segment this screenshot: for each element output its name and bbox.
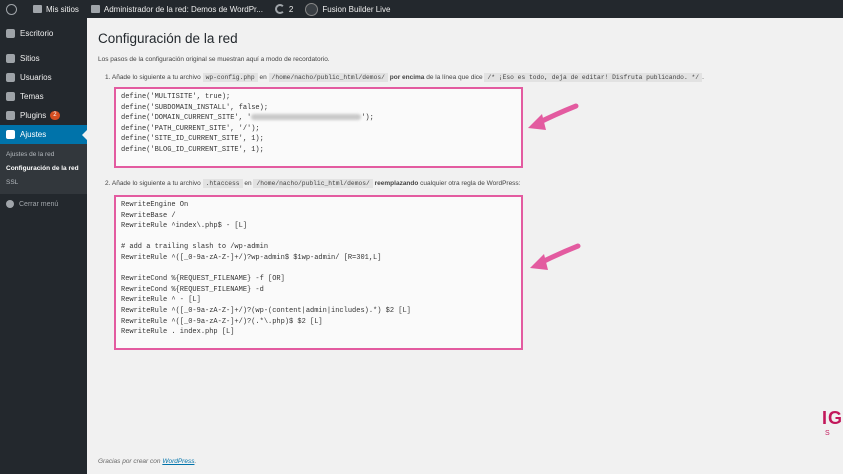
step-2-in: en xyxy=(244,180,252,187)
step-2-end: cualquier otra regla de WordPress: xyxy=(420,180,521,187)
fusion-builder-menu[interactable]: Fusion Builder Live xyxy=(299,0,396,18)
fusion-icon xyxy=(305,2,319,16)
sidebar-item-sitios[interactable]: Sitios xyxy=(0,49,87,68)
home-icon xyxy=(90,5,100,13)
code-line: RewriteRule ^index\.php$ - [L] xyxy=(121,222,248,231)
sidebar-item-label: Escritorio xyxy=(20,29,54,38)
footer-end: . xyxy=(194,458,197,465)
code-line-start: define('DOMAIN_CURRENT_SITE', ' xyxy=(121,114,252,123)
footer-text: Gracias por crear con xyxy=(98,458,161,465)
wp-logo-button[interactable] xyxy=(0,0,27,18)
submenu-ajustes-red[interactable]: Ajustes de la red xyxy=(0,148,87,162)
step-2-bold: reemplazando xyxy=(374,180,419,187)
code-line: RewriteRule . index.php [L] xyxy=(121,328,235,337)
sidebar-item-usuarios[interactable]: Usuarios xyxy=(0,68,87,87)
collapse-label: Cerrar menú xyxy=(19,200,59,208)
step-1-mid: de la línea que dice xyxy=(426,74,483,81)
plugins-update-badge: 2 xyxy=(50,111,60,120)
step-2-prefix: 2. Añade lo siguiente a tu archivo xyxy=(105,180,201,187)
code-line: define('PATH_CURRENT_SITE', '/'); xyxy=(121,124,260,133)
code-line: define('MULTISITE', true); xyxy=(121,93,231,101)
code-line: RewriteRule ^ - [L] xyxy=(121,296,201,305)
code-line: RewriteCond %{REQUEST_FILENAME} -d xyxy=(121,285,264,294)
admin-footer: Gracias por crear con WordPress. xyxy=(98,458,196,465)
sidebar-item-label: Usuarios xyxy=(20,73,52,82)
code-line: define('DOMAIN_CURRENT_SITE', ' '); xyxy=(121,113,516,124)
step-1-path: /home/nacho/public_html/demos/ xyxy=(268,73,388,82)
wp-config-code-box[interactable]: define('MULTISITE', true); define('SUBDOM… xyxy=(114,87,523,168)
watermark-sub: S xyxy=(825,430,830,437)
fusion-label: Fusion Builder Live xyxy=(322,4,391,14)
watermark-logo: IG xyxy=(822,408,843,428)
collapse-menu-button[interactable]: Cerrar menú xyxy=(0,194,87,214)
sidebar-item-label: Sitios xyxy=(20,54,40,63)
code-line: define('SUBDOMAIN_INSTALL', false); xyxy=(121,103,269,112)
step-1-prefix: 1. Añade lo siguiente a tu archivo xyxy=(105,74,201,81)
admin-sidebar: Escritorio Sitios Usuarios Temas Plugins… xyxy=(0,18,87,474)
highlight-arrow-2 xyxy=(530,243,581,270)
code-line: RewriteBase / xyxy=(121,211,176,220)
sidebar-item-plugins[interactable]: Plugins 2 xyxy=(0,106,87,125)
main-content: Configuración de la red Los pasos de la … xyxy=(98,26,828,350)
my-sites-icon xyxy=(33,5,42,13)
network-admin-label: Administrador de la red: Demos de WordPr… xyxy=(103,4,263,14)
highlight-arrow-1 xyxy=(528,103,579,130)
sidebar-item-label: Temas xyxy=(20,92,44,101)
page-title: Configuración de la red xyxy=(98,31,238,46)
step-2-path: /home/nacho/public_html/demos/ xyxy=(253,179,373,188)
dashboard-icon xyxy=(6,29,15,38)
step-1-end: . xyxy=(702,74,704,81)
code-line: RewriteRule ^([_0-9a-zA-Z-]+/)?(.*\.php)… xyxy=(121,317,323,326)
my-sites-label: Mis sitios xyxy=(46,4,79,14)
sidebar-item-label: Plugins xyxy=(20,111,47,120)
submenu-ssl[interactable]: SSL xyxy=(0,176,87,190)
updates-count: 2 xyxy=(288,4,294,14)
sidebar-item-label: Ajustes xyxy=(20,130,47,139)
step-2-instructions: 2. Añade lo siguiente a tu archivo .htac… xyxy=(105,178,828,189)
wordpress-icon xyxy=(6,3,17,15)
admin-bar: Mis sitios Administrador de la red: Demo… xyxy=(0,0,843,18)
code-line: RewriteRule ^([_0-9a-zA-Z-]+/)?wp-admin$… xyxy=(121,253,382,262)
updates-menu[interactable]: 2 xyxy=(269,0,299,18)
users-icon xyxy=(6,73,15,82)
wordpress-link[interactable]: WordPress xyxy=(162,458,194,465)
plugins-icon xyxy=(6,111,15,120)
step-1-instructions: 1. Añade lo siguiente a tu archivo wp-co… xyxy=(105,72,828,83)
sites-icon xyxy=(6,54,15,63)
collapse-icon xyxy=(6,200,14,208)
network-admin-menu[interactable]: Administrador de la red: Demos de WordPr… xyxy=(85,0,269,18)
code-line: RewriteRule ^([_0-9a-zA-Z-]+/)?(wp-(cont… xyxy=(121,306,411,315)
code-line: # add a trailing slash to /wp-admin xyxy=(121,243,269,252)
intro-text: Los pasos de la configuración original s… xyxy=(98,56,330,63)
sidebar-item-ajustes[interactable]: Ajustes xyxy=(0,125,87,144)
themes-icon xyxy=(6,92,15,101)
code-line: define('BLOG_ID_CURRENT_SITE', 1); xyxy=(121,145,264,154)
updates-icon xyxy=(274,4,285,14)
step-1-quote: /* ¡Eso es todo, deja de editar! Disfrut… xyxy=(484,73,703,82)
settings-submenu: Ajustes de la red Configuración de la re… xyxy=(0,144,87,194)
code-line-end: '); xyxy=(361,114,374,123)
code-line: RewriteEngine On xyxy=(121,201,189,209)
sidebar-item-temas[interactable]: Temas xyxy=(0,87,87,106)
settings-icon xyxy=(6,130,15,139)
step-1-in: en xyxy=(259,74,267,81)
step-1-file: wp-config.php xyxy=(202,73,258,82)
htaccess-code-box[interactable]: RewriteEngine On RewriteBase / RewriteRule… xyxy=(114,195,523,350)
code-line: define('SITE_ID_CURRENT_SITE', 1); xyxy=(121,135,264,144)
submenu-configuracion-red[interactable]: Configuración de la red xyxy=(0,162,87,176)
my-sites-menu[interactable]: Mis sitios xyxy=(27,0,85,18)
code-line: RewriteCond %{REQUEST_FILENAME} -f [OR] xyxy=(121,275,285,284)
step-1-bold: por encima xyxy=(389,74,425,81)
step-2-file: .htaccess xyxy=(202,179,243,188)
sidebar-item-escritorio[interactable]: Escritorio xyxy=(0,24,87,43)
redacted-domain xyxy=(251,114,362,121)
